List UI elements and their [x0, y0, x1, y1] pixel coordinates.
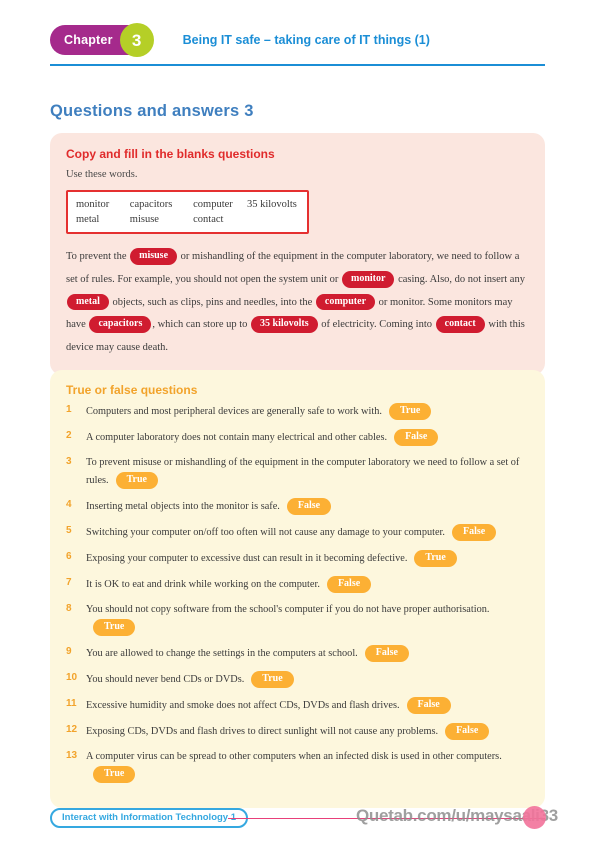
cloze-heading: Copy and fill in the blanks questions [66, 147, 275, 161]
truefalse-answer-badge: True [414, 549, 457, 567]
truefalse-item: 12 Exposing CDs, DVDs and flash drives to… [66, 722, 529, 741]
truefalse-item-number: 1 [66, 404, 72, 415]
word-bank-cell: 35 kilovolts [246, 199, 297, 210]
word-bank-cell [247, 212, 299, 227]
truefalse-item-number: 11 [66, 697, 77, 709]
truefalse-item-body: You are allowed to change the settings i… [86, 644, 529, 663]
truefalse-item-body: Exposing your computer to excessive dust… [86, 549, 529, 568]
truefalse-heading: True or false questions [66, 383, 198, 397]
chapter-title: Being IT safe – taking care of IT things… [182, 33, 430, 47]
truefalse-item: 6 Exposing your computer to excessive dus… [66, 549, 529, 568]
truefalse-answer-badge: False [286, 497, 332, 515]
truefalse-item: 11 Excessive humidity and smoke does not … [66, 696, 529, 715]
truefalse-item-body: It is OK to eat and drink while working … [86, 575, 529, 594]
truefalse-answer-badge: False [451, 523, 497, 541]
truefalse-item: 13 A computer virus can be spread to othe… [66, 749, 529, 784]
chapter-label: Chapter [64, 33, 113, 47]
truefalse-item-body: Excessive humidity and smoke does not af… [86, 696, 529, 715]
truefalse-item-number: 12 [66, 723, 78, 735]
truefalse-item: 2 A computer laboratory does not contain … [66, 428, 529, 447]
chapter-badge: Chapter 3 [50, 23, 154, 57]
truefalse-item-body: You should not copy software from the sc… [86, 602, 529, 637]
word-bank-cell: metal [76, 214, 100, 226]
truefalse-item-body: A computer virus can be spread to other … [86, 749, 529, 784]
word-bank-cell: computer [193, 199, 233, 210]
cloze-answer-blank: computer [315, 293, 376, 311]
word-bank-row: metal misuse contact [76, 212, 299, 227]
cloze-answer-blank: metal [67, 293, 109, 311]
book-title-badge: Interact with Information Technology 1 [50, 808, 249, 828]
truefalse-item-number: 3 [66, 455, 72, 467]
truefalse-item-number: 7 [66, 576, 72, 588]
word-bank-row: monitor capacitors computer 35 kilovolts [76, 197, 299, 212]
cloze-panel: Copy and fill in the blanks questions Us… [50, 133, 545, 376]
truefalse-item-body: Inserting metal objects into the monitor… [86, 497, 529, 516]
chapter-header: Chapter 3 Being IT safe – taking care of… [50, 22, 430, 58]
truefalse-item: 1 Computers and most peripheral devices a… [66, 403, 529, 421]
truefalse-item: 8 You should not copy software from the s… [66, 602, 529, 637]
cloze-answer-blank: contact [435, 316, 485, 333]
cloze-instruction: Use these words. [66, 169, 138, 180]
truefalse-item-body: A computer laboratory does not contain m… [86, 428, 529, 447]
truefalse-item-number: 13 [66, 749, 78, 761]
truefalse-answer-badge: False [406, 696, 451, 714]
truefalse-item: 10 You should never bend CDs or DVDs. True [66, 670, 529, 689]
truefalse-panel: True or false questions 1 Computers and m… [50, 370, 545, 808]
word-bank: monitor capacitors computer 35 kilovolts… [66, 190, 309, 235]
truefalse-item-body: You should never bend CDs or DVDs. True [86, 670, 529, 689]
header-divider [50, 64, 545, 66]
chapter-number-circle: 3 [119, 23, 154, 57]
truefalse-item-number: 10 [66, 671, 78, 683]
truefalse-item: 5 Switching your computer on/off too ofte… [66, 523, 529, 542]
cloze-answer-blank: misuse [130, 248, 178, 265]
page-title: Questions and answers 3 [50, 102, 254, 120]
truefalse-answer-badge: True [251, 670, 294, 688]
cloze-answer-blank: monitor [342, 271, 395, 288]
truefalse-item-body: Exposing CDs, DVDs and flash drives to d… [86, 722, 529, 741]
truefalse-item-number: 4 [66, 498, 72, 510]
truefalse-item: 7 It is OK to eat and drink while working… [66, 575, 529, 594]
truefalse-item-number: 9 [66, 645, 72, 657]
truefalse-item-number: 5 [66, 524, 72, 536]
truefalse-list: 1 Computers and most peripheral devices a… [66, 403, 529, 784]
truefalse-answer-badge: False [364, 644, 409, 662]
truefalse-answer-badge: True [93, 618, 136, 636]
word-bank-cell: misuse [129, 214, 159, 226]
truefalse-item: 3 To prevent misuse or mishandling of the… [66, 455, 529, 490]
worksheet-page: Chapter 3 Being IT safe – taking care of… [0, 0, 595, 842]
truefalse-answer-badge: False [394, 428, 439, 446]
truefalse-answer-badge: True [93, 765, 136, 783]
truefalse-item-body: Computers and most peripheral devices ar… [86, 403, 529, 421]
truefalse-item-number: 8 [66, 602, 72, 614]
chapter-number: 3 [131, 30, 142, 50]
truefalse-answer-badge: False [445, 722, 490, 740]
word-bank-cell: contact [193, 214, 224, 226]
truefalse-answer-badge: True [115, 471, 158, 489]
cloze-paragraph: To prevent the misuse or mishandling of … [66, 248, 525, 353]
watermark-badge-icon [523, 806, 546, 829]
truefalse-answer-badge: False [326, 575, 372, 593]
cloze-answer-blank: 35 kilovolts [251, 316, 318, 333]
truefalse-answer-badge: True [388, 403, 432, 420]
word-bank-cell: monitor [76, 199, 110, 210]
truefalse-item-body: To prevent misuse or mishandling of the … [86, 455, 529, 490]
truefalse-item: 4 Inserting metal objects into the monito… [66, 497, 529, 516]
cloze-answer-blank: capacitors [89, 316, 152, 333]
truefalse-item-body: Switching your computer on/off too often… [86, 523, 529, 542]
word-bank-cell: capacitors [129, 199, 173, 210]
truefalse-item: 9 You are allowed to change the settings … [66, 644, 529, 663]
truefalse-item-number: 2 [66, 429, 72, 441]
truefalse-item-number: 6 [66, 550, 72, 562]
